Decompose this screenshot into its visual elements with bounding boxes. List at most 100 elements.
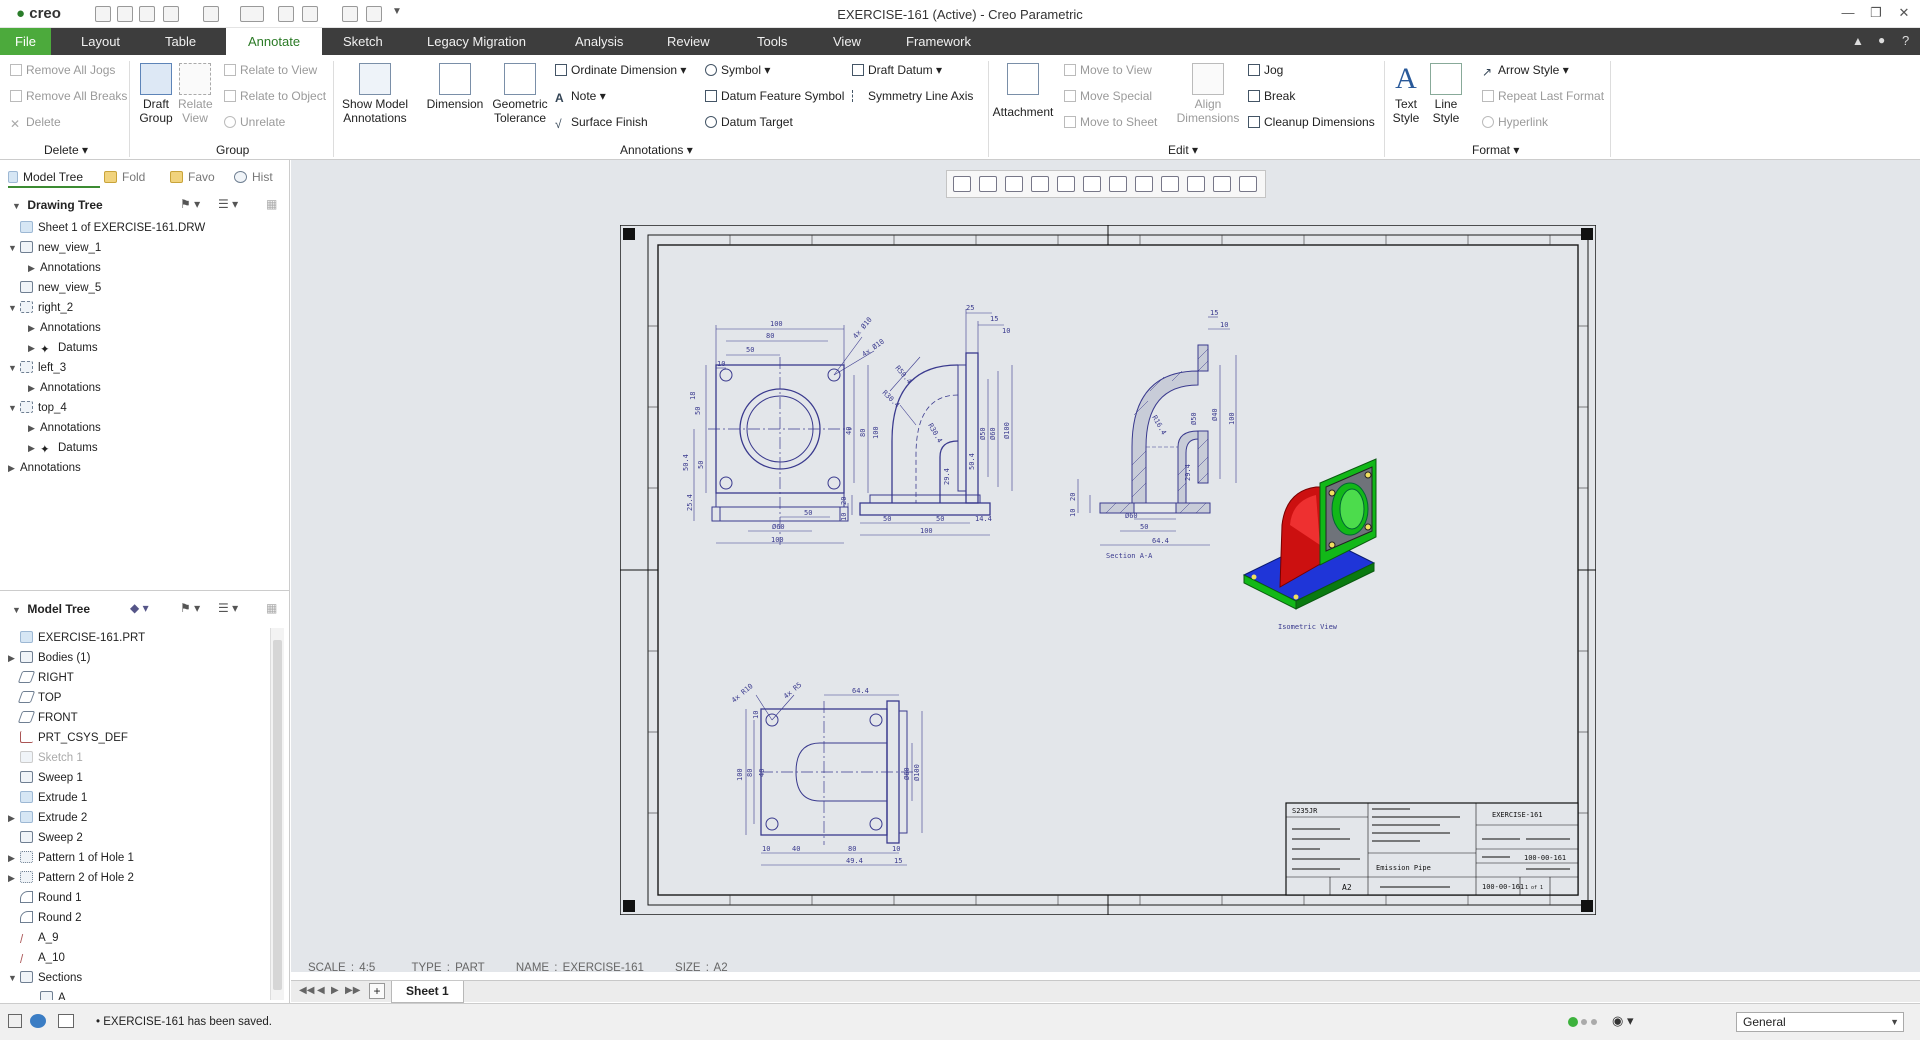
tree-settings-icon[interactable]: ⚑ ▾ xyxy=(180,197,200,211)
text-style-button[interactable]: A Text Style xyxy=(1388,63,1424,126)
note-button[interactable]: A Note ▾ xyxy=(555,89,606,105)
tab-file[interactable]: File xyxy=(0,28,51,55)
line-style-button[interactable]: Line Style xyxy=(1428,63,1464,125)
annotations-group-label[interactable]: Annotations ▾ xyxy=(620,143,693,157)
tree-item-front-plane[interactable]: FRONT xyxy=(8,708,270,728)
move-to-view-button[interactable]: Move to View xyxy=(1064,63,1152,77)
tree-item-round-1[interactable]: Round 1 xyxy=(8,888,270,908)
annotation-display-icon[interactable] xyxy=(1161,176,1179,192)
align-dimensions-button[interactable]: Align Dimensions xyxy=(1172,63,1244,125)
remove-all-jogs-button[interactable]: Remove All Jogs xyxy=(10,63,115,77)
tree-item-top-plane[interactable]: TOP xyxy=(8,688,270,708)
relate-to-object-button[interactable]: Relate to Object xyxy=(224,89,326,103)
user-icon[interactable]: ● xyxy=(1878,33,1885,47)
tree-filter-icon[interactable]: ▦ xyxy=(266,197,277,211)
delete-group-label[interactable]: Delete ▾ xyxy=(44,143,88,157)
tab-review[interactable]: Review xyxy=(652,28,725,55)
tree-item-round-2[interactable]: Round 2 xyxy=(8,908,270,928)
tree-item-sweep-1[interactable]: Sweep 1 xyxy=(8,768,270,788)
drawing-sheet[interactable]: 100 80 50 10 18 50 40 80 100 50.4 50 25.… xyxy=(620,225,1596,915)
zoom-in-icon[interactable] xyxy=(979,176,997,192)
edit-group-label[interactable]: Edit ▾ xyxy=(1168,143,1198,157)
close-app-icon[interactable]: ✕ xyxy=(1894,5,1914,23)
csys-display-icon[interactable] xyxy=(1213,176,1231,192)
attachment-button[interactable]: Attachment xyxy=(990,63,1056,119)
repaint-icon[interactable] xyxy=(1031,176,1049,192)
dimension-button[interactable]: Dimension xyxy=(424,63,486,111)
tree-item-annotations[interactable]: ▶ Annotations xyxy=(8,418,288,438)
tree-item-pattern-1[interactable]: ▶ Pattern 1 of Hole 1 xyxy=(8,848,270,868)
tree-item-datums[interactable]: ▶ ✦ Datums xyxy=(8,438,288,458)
tree-item-right-2[interactable]: ▼ right_2 xyxy=(8,298,288,318)
jog-button[interactable]: Jog xyxy=(1248,63,1283,77)
tree-item-annotations[interactable]: ▶ Annotations xyxy=(8,318,288,338)
symmetry-line-axis-button[interactable]: Symmetry Line Axis xyxy=(852,89,973,103)
tree-item-csys[interactable]: PRT_CSYS_DEF xyxy=(8,728,270,748)
tree-item-axis-a9[interactable]: / A_9 xyxy=(8,928,270,948)
geometric-tolerance-button[interactable]: Geometric Tolerance xyxy=(490,63,550,125)
tab-model-tree[interactable]: Model Tree xyxy=(8,166,100,188)
delete-button[interactable]: ✕ Delete xyxy=(10,115,61,131)
tab-annotate[interactable]: Annotate xyxy=(226,28,323,55)
tree-show-icon[interactable]: ☰ ▾ xyxy=(218,197,238,211)
model-tree-filter-icon[interactable]: ▦ xyxy=(266,601,277,615)
tree-item-top-4[interactable]: ▼ top_4 xyxy=(8,398,288,418)
tab-legacy-migration[interactable]: Legacy Migration xyxy=(412,28,541,55)
tree-item-new-view-5[interactable]: new_view_5 xyxy=(8,278,288,298)
tree-item-section-a[interactable]: A xyxy=(8,988,270,1000)
grid-icon[interactable] xyxy=(8,1014,22,1028)
tree-item-annotations[interactable]: ▶ Annotations xyxy=(8,378,288,398)
symbol-button[interactable]: Symbol ▾ xyxy=(705,63,770,77)
view-manager-icon[interactable] xyxy=(1109,176,1127,192)
remove-all-breaks-button[interactable]: Remove All Breaks xyxy=(10,89,127,103)
selection-filter[interactable]: General ▼ xyxy=(1736,1012,1904,1032)
tree-item-extrude-2[interactable]: ▶ Extrude 2 xyxy=(8,808,270,828)
help-icon[interactable]: ? xyxy=(1902,33,1909,48)
tree-item-left-3[interactable]: ▼ left_3 xyxy=(8,358,288,378)
restore-icon[interactable]: ❐ xyxy=(1866,5,1886,23)
zoom-out-icon[interactable] xyxy=(1005,176,1023,192)
draft-group-button[interactable]: Draft Group xyxy=(138,63,174,125)
tab-favorites[interactable]: Favo xyxy=(170,166,226,188)
arrow-style-button[interactable]: ↗ Arrow Style ▾ xyxy=(1482,63,1569,79)
tab-table[interactable]: Table xyxy=(150,28,211,55)
tab-history[interactable]: Hist xyxy=(234,166,288,188)
tree-item-new-view-1[interactable]: ▼ new_view_1 xyxy=(8,238,288,258)
sheet-tab[interactable]: Sheet 1 xyxy=(391,981,464,1003)
model-tree-show-icon[interactable]: ☰ ▾ xyxy=(218,601,238,615)
tree-item-annotations[interactable]: ▶ Annotations xyxy=(8,458,288,478)
relate-view-button[interactable]: Relate View xyxy=(178,63,213,125)
last-sheet-icon[interactable]: ▶▶ xyxy=(345,985,360,996)
next-sheet-icon[interactable]: ▶ xyxy=(331,985,339,996)
format-group-label[interactable]: Format ▾ xyxy=(1472,143,1519,157)
panel-divider[interactable] xyxy=(0,590,290,591)
browser-icon[interactable] xyxy=(30,1014,46,1028)
tree-item-sketch-1[interactable]: Sketch 1 xyxy=(8,748,270,768)
tab-analysis[interactable]: Analysis xyxy=(560,28,638,55)
move-special-button[interactable]: Move Special xyxy=(1064,89,1152,103)
datum-display-icon[interactable] xyxy=(1135,176,1153,192)
tree-item-pattern-2[interactable]: ▶ Pattern 2 of Hole 2 xyxy=(8,868,270,888)
tab-framework[interactable]: Framework xyxy=(891,28,986,55)
add-sheet-icon[interactable]: + xyxy=(369,983,385,999)
minimize-icon[interactable]: — xyxy=(1838,5,1858,23)
tree-item-part[interactable]: EXERCISE-161.PRT xyxy=(8,628,270,648)
drawing-tree-header[interactable]: ▼ Drawing Tree xyxy=(12,198,103,212)
draft-datum-button[interactable]: Draft Datum ▾ xyxy=(852,63,942,77)
refit-icon[interactable] xyxy=(953,176,971,192)
hyperlink-button[interactable]: Hyperlink xyxy=(1482,115,1548,129)
tree-item-bodies[interactable]: ▶ Bodies (1) xyxy=(8,648,270,668)
axis-display-icon[interactable] xyxy=(1239,176,1257,192)
cleanup-dimensions-button[interactable]: Cleanup Dimensions xyxy=(1248,115,1375,129)
tree-item-annotations[interactable]: ▶ Annotations xyxy=(8,258,288,278)
tab-view[interactable]: View xyxy=(818,28,876,55)
tree-item-axis-a10[interactable]: / A_10 xyxy=(8,948,270,968)
model-tree-header[interactable]: ▼ Model Tree xyxy=(12,602,90,616)
surface-finish-button[interactable]: √ Surface Finish xyxy=(555,115,648,131)
repeat-last-format-button[interactable]: Repeat Last Format xyxy=(1482,89,1604,103)
unrelate-button[interactable]: Unrelate xyxy=(224,115,285,129)
break-button[interactable]: Break xyxy=(1248,89,1295,103)
model-display-icon[interactable]: ◆ ▾ xyxy=(130,601,149,615)
tree-item-datums[interactable]: ▶ ✦ Datums xyxy=(8,338,288,358)
tree-item-extrude-1[interactable]: Extrude 1 xyxy=(8,788,270,808)
